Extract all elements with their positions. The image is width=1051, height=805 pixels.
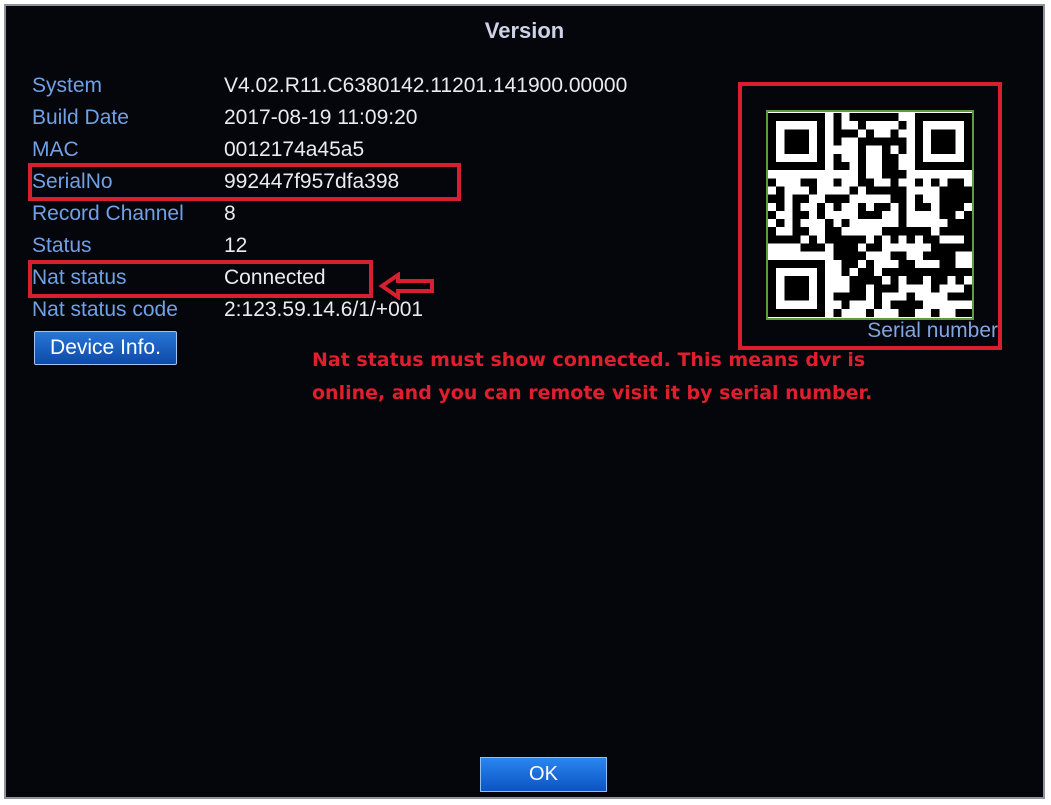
mac-label: MAC [32,138,79,161]
qr-caption: Serial number [867,319,998,342]
ok-button[interactable]: OK [480,757,607,792]
nat-status-annotation: Nat status must show connected. This mea… [312,344,952,410]
system-label: System [32,74,103,97]
system-value: V4.02.R11.C6380142.11201.141900.00000 [224,74,628,97]
device-info-button[interactable]: Device Info. [34,331,177,365]
version-dialog: Version System V4.02.R11.C6380142.11201.… [4,4,1045,799]
annotation-line-2: online, and you can remote visit it by s… [312,382,873,404]
record-channel-label: Record Channel [32,202,184,225]
status-label: Status [32,234,92,257]
serial-no-highlight-box [28,163,461,201]
qr-code-icon [768,113,972,317]
build-date-label: Build Date [32,106,129,129]
nat-status-code-label: Nat status code [32,298,178,321]
status-value: 12 [224,234,248,257]
dialog-title: Version [484,18,565,43]
left-arrow-icon [378,272,434,300]
build-date-value: 2017-08-19 11:09:20 [224,106,418,129]
record-channel-value: 8 [224,202,236,225]
mac-value: 0012174a45a5 [224,138,365,161]
nat-status-highlight-box [28,260,373,298]
annotation-line-1: Nat status must show connected. This mea… [312,349,866,371]
qr-code [766,110,974,320]
